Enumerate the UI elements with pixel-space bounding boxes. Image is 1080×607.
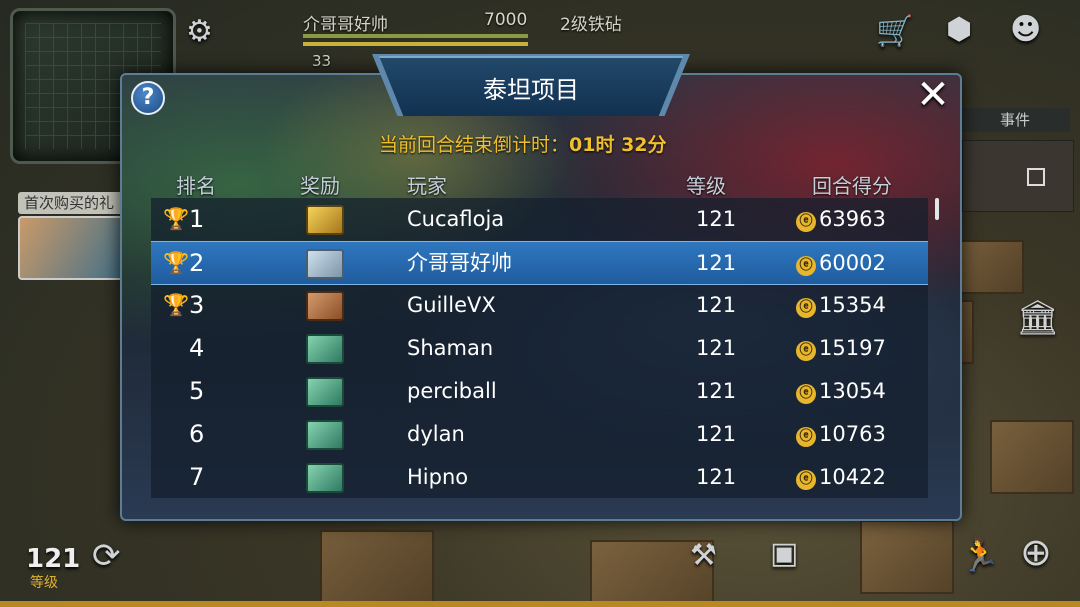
player-level: 121: [696, 465, 737, 489]
chest-icon: [306, 205, 344, 235]
side-panel: [962, 140, 1074, 212]
round-score: ⓔ 13054: [796, 370, 916, 412]
column-header-rank: 排名: [176, 174, 216, 198]
score-value: 15354: [819, 293, 886, 317]
player-level: 121: [696, 379, 737, 403]
player-level: 121: [696, 293, 737, 317]
column-header-level: 等级: [686, 174, 726, 198]
leaderboard-table[interactable]: 🏆 1 Cucafloja 121 ⓔ 63963 🏆 2 介哥哥好帅 121 ⓔ…: [151, 198, 928, 498]
table-row-selected[interactable]: 🏆 2 介哥哥好帅 121 ⓔ 60002: [151, 241, 928, 285]
close-button[interactable]: ✕: [915, 75, 951, 115]
player-level: 121: [696, 251, 737, 275]
round-score: ⓔ 10763: [796, 413, 916, 455]
backpack-icon[interactable]: ▣: [770, 536, 798, 571]
table-row[interactable]: 5 perciball 121 ⓔ 13054: [151, 370, 928, 412]
countdown-value: 01时 32分: [569, 134, 667, 156]
box-icon[interactable]: ⬢: [946, 12, 972, 47]
cart-icon[interactable]: 🛒: [876, 14, 913, 49]
player-name: 介哥哥好帅: [407, 251, 512, 275]
column-header-player: 玩家: [407, 174, 447, 198]
bottom-strip: [0, 601, 1080, 607]
table-scrollbar[interactable]: [935, 198, 939, 220]
round-countdown: 当前回合结束倒计时：01时 32分: [379, 130, 667, 157]
score-value: 15197: [819, 336, 886, 360]
coin-icon: ⓔ: [796, 341, 816, 361]
score-value: 63963: [819, 207, 886, 231]
rank-number: 4: [189, 334, 205, 362]
round-score: ⓔ 15197: [796, 327, 916, 369]
table-row[interactable]: 6 dylan 121 ⓔ 10763: [151, 413, 928, 455]
promo-card[interactable]: [18, 216, 130, 280]
coin-icon: ⓔ: [796, 256, 816, 276]
crate: [990, 420, 1074, 494]
energy-bar: [303, 42, 528, 46]
round-score: ⓔ 10422: [796, 456, 916, 498]
table-row[interactable]: 🏆 3 GuilleVX 121 ⓔ 15354: [151, 284, 928, 326]
round-score: ⓔ 60002: [796, 242, 916, 284]
rank-number: 2: [189, 249, 205, 277]
rank-number: 1: [189, 205, 205, 233]
option-checkbox[interactable]: [1027, 168, 1045, 186]
building-icon[interactable]: 🏛: [1016, 298, 1059, 338]
coin-icon: ⓔ: [796, 298, 816, 318]
chest-icon: [306, 463, 344, 493]
score-value: 10763: [819, 422, 886, 446]
crate: [860, 520, 954, 594]
events-tab[interactable]: 事件: [960, 108, 1070, 132]
score-value: 10422: [819, 465, 886, 489]
chest-icon: [306, 249, 344, 279]
player-name: perciball: [407, 379, 497, 403]
hud-small-count: 33: [312, 52, 332, 70]
player-name: GuilleVX: [407, 293, 496, 317]
score-value: 13054: [819, 379, 886, 403]
player-level: 121: [696, 422, 737, 446]
replay-icon[interactable]: ⟳: [92, 536, 121, 576]
robot-icon[interactable]: ☻: [1010, 12, 1041, 47]
xp-bar: [303, 34, 528, 38]
score-value: 60002: [819, 251, 886, 275]
level-label: 等级: [30, 575, 58, 591]
anvil-icon[interactable]: ⚒: [690, 538, 717, 573]
trophy-icon: 🏆: [163, 251, 190, 275]
modal-title: 泰坦项目: [483, 76, 579, 104]
player-name: Shaman: [407, 336, 494, 360]
player-name: Hipno: [407, 465, 469, 489]
hud-player-name: 介哥哥好帅: [303, 15, 388, 35]
player-level: 121: [696, 207, 737, 231]
column-header-score: 回合得分: [812, 174, 892, 198]
round-score: ⓔ 63963: [796, 198, 916, 240]
table-row[interactable]: 🏆 1 Cucafloja 121 ⓔ 63963: [151, 198, 928, 240]
help-button[interactable]: ?: [131, 81, 165, 115]
chest-icon: [306, 334, 344, 364]
column-header-reward: 奖励: [300, 174, 340, 198]
rank-number: 7: [189, 463, 205, 491]
coin-icon: ⓔ: [796, 384, 816, 404]
trophy-icon: 🏆: [163, 207, 190, 231]
chest-icon: [306, 377, 344, 407]
round-score: ⓔ 15354: [796, 284, 916, 326]
crate: [960, 240, 1024, 294]
coin-icon: ⓔ: [796, 470, 816, 490]
gear-icon[interactable]: ⚙: [186, 14, 213, 49]
hud-resource-amount: 7000: [484, 10, 528, 30]
countdown-label: 当前回合结束倒计时：: [379, 134, 570, 156]
table-row[interactable]: 7 Hipno 121 ⓔ 10422: [151, 456, 928, 498]
trophy-icon: 🏆: [163, 293, 190, 317]
crate: [320, 530, 434, 604]
player-name: dylan: [407, 422, 465, 446]
target-icon[interactable]: ⊕: [1020, 530, 1052, 574]
hud-resource-label: 2级铁砧: [560, 15, 622, 35]
chest-icon: [306, 420, 344, 450]
rank-number: 5: [189, 377, 205, 405]
player-name: Cucafloja: [407, 207, 505, 231]
level-value: 121: [26, 544, 81, 574]
rank-number: 6: [189, 420, 205, 448]
player-level: 121: [696, 336, 737, 360]
chest-icon: [306, 291, 344, 321]
coin-icon: ⓔ: [796, 427, 816, 447]
table-row[interactable]: 4 Shaman 121 ⓔ 15197: [151, 327, 928, 369]
rank-number: 3: [189, 291, 205, 319]
coin-icon: ⓔ: [796, 212, 816, 232]
run-icon[interactable]: 🏃: [960, 536, 1000, 574]
